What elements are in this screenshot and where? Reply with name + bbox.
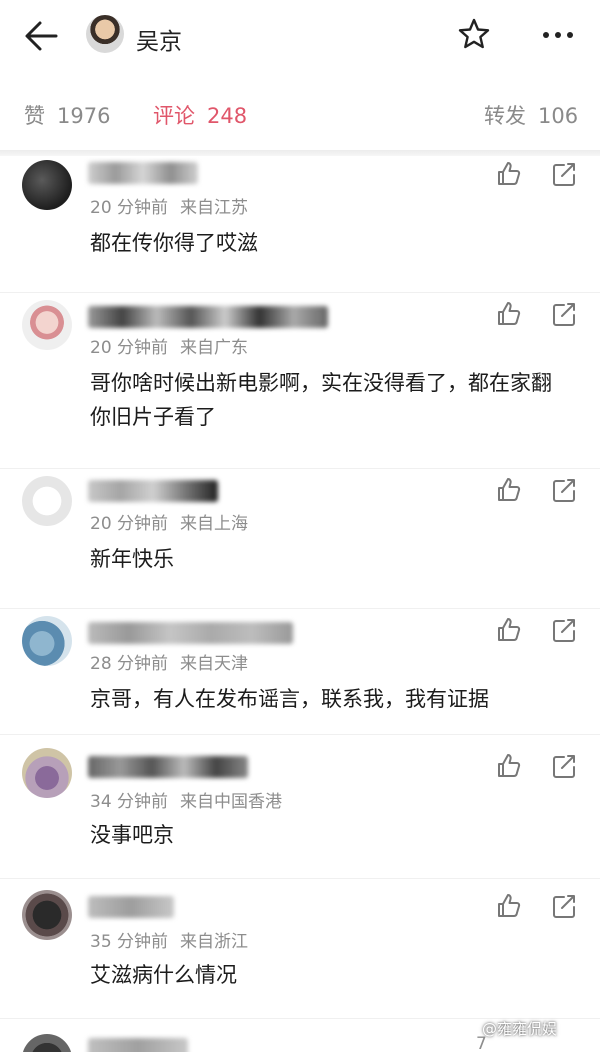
username-blurred[interactable] xyxy=(88,622,293,644)
share-icon[interactable] xyxy=(550,300,578,328)
comment-meta: 34 分钟前 来自中国香港 xyxy=(90,787,282,812)
arrow-left-icon[interactable] xyxy=(22,18,62,54)
thumbs-up-icon[interactable] xyxy=(495,300,523,328)
comment-time: 35 分钟前 xyxy=(90,932,169,952)
comment-time: 20 分钟前 xyxy=(90,198,169,218)
comment-time: 34 分钟前 xyxy=(90,792,169,812)
avatar[interactable] xyxy=(86,15,124,53)
comment-location: 来自广东 xyxy=(180,338,249,358)
divider xyxy=(0,608,600,609)
username-blurred[interactable] xyxy=(88,756,248,778)
share-icon[interactable] xyxy=(550,616,578,644)
tab-comments[interactable]: 评论 248 xyxy=(153,100,247,130)
avatar[interactable] xyxy=(22,616,72,666)
comment-location: 来自中国香港 xyxy=(180,792,283,812)
comment-item: 28 分钟前 来自天津 京哥，有人在发布谣言，联系我，我有证据 xyxy=(0,612,600,742)
comment-item: 20 分钟前 来自广东 哥你啥时候出新电影啊，实在没得看了，都在家翻你旧片子看了 xyxy=(0,296,600,472)
tab-count: 106 xyxy=(538,104,579,128)
tab-count: 1976 xyxy=(57,104,111,128)
username-blurred[interactable] xyxy=(88,1038,188,1052)
thumbs-up-icon[interactable] xyxy=(495,160,523,188)
comment-meta: 20 分钟前 来自广东 xyxy=(90,333,248,358)
tab-bar: 赞 1976 评论 248 转发 106 xyxy=(0,92,600,138)
comment-text: 艾滋病什么情况 xyxy=(90,963,237,987)
comment-location: 来自上海 xyxy=(180,514,249,534)
comment-meta: 20 分钟前 来自江苏 xyxy=(90,193,248,218)
tab-reposts[interactable]: 转发 106 xyxy=(484,100,578,130)
divider xyxy=(0,292,600,293)
comment-meta: 35 分钟前 来自浙江 xyxy=(90,927,248,952)
avatar[interactable] xyxy=(22,476,72,526)
share-icon[interactable] xyxy=(550,160,578,188)
tab-label: 评论 xyxy=(153,104,195,128)
divider xyxy=(0,468,600,469)
divider xyxy=(0,734,600,735)
thumbs-up-icon[interactable] xyxy=(495,616,523,644)
comment-list: 20 分钟前 来自江苏 都在传你得了哎滋 20 分钟前 来自广东 哥你啥时候出新电影… xyxy=(0,156,600,1052)
avatar[interactable] xyxy=(22,1034,72,1052)
comment-location: 来自天津 xyxy=(180,654,249,674)
thumbs-up-icon[interactable] xyxy=(495,752,523,780)
comment-item: 20 分钟前 来自上海 新年快乐 xyxy=(0,472,600,612)
tab-label: 转发 xyxy=(484,104,526,128)
comment-location: 来自浙江 xyxy=(180,932,249,952)
star-icon[interactable] xyxy=(456,16,492,52)
page-title: 吴京 xyxy=(136,29,182,55)
username-blurred[interactable] xyxy=(88,162,198,184)
comment-item: 34 分钟前 来自中国香港 没事吧京 xyxy=(0,744,600,884)
comment-meta: 20 分钟前 来自上海 xyxy=(90,509,248,534)
username-blurred[interactable] xyxy=(88,480,218,502)
share-icon[interactable] xyxy=(550,752,578,780)
comment-text: 哥你啥时候出新电影啊，实在没得看了，都在家翻你旧片子看了 xyxy=(90,371,552,429)
watermark: @雍雍侃娱 xyxy=(482,1020,558,1038)
comment-item: 35 分钟前 来自浙江 艾滋病什么情况 xyxy=(0,884,600,1024)
share-icon[interactable] xyxy=(550,476,578,504)
comment-meta: 28 分钟前 来自天津 xyxy=(90,649,248,674)
comment-time: 20 分钟前 xyxy=(90,514,169,534)
avatar[interactable] xyxy=(22,748,72,798)
username-blurred[interactable] xyxy=(88,306,328,328)
divider xyxy=(0,878,600,879)
comment-time: 28 分钟前 xyxy=(90,654,169,674)
thumbs-up-icon[interactable] xyxy=(495,892,523,920)
avatar[interactable] xyxy=(22,160,72,210)
username-blurred[interactable] xyxy=(88,896,174,918)
tab-count: 248 xyxy=(207,104,248,128)
comment-text: 没事吧京 xyxy=(90,823,174,847)
avatar[interactable] xyxy=(22,890,72,940)
avatar[interactable] xyxy=(22,300,72,350)
comment-text: 新年快乐 xyxy=(90,547,174,571)
tab-likes[interactable]: 赞 1976 xyxy=(24,100,110,130)
comment-item: 20 分钟前 来自江苏 都在传你得了哎滋 xyxy=(0,156,600,296)
comment-time: 20 分钟前 xyxy=(90,338,169,358)
top-bar: 吴京 xyxy=(0,0,600,76)
comment-location: 来自江苏 xyxy=(180,198,249,218)
tab-label: 赞 xyxy=(24,104,45,128)
share-icon[interactable] xyxy=(550,892,578,920)
comment-text: 都在传你得了哎滋 xyxy=(90,231,258,255)
more-icon[interactable] xyxy=(538,20,578,50)
comment-text: 京哥，有人在发布谣言，联系我，我有证据 xyxy=(90,687,489,711)
thumbs-up-icon[interactable] xyxy=(495,476,523,504)
